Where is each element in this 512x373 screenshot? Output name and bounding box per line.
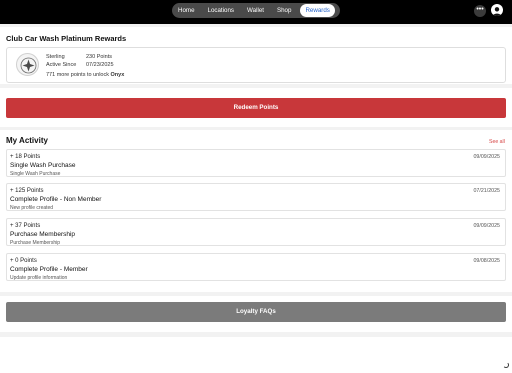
footer-area [0,337,512,373]
nav-tab-home[interactable]: Home [173,4,200,17]
redeem-points-button[interactable]: Redeem Points [6,98,506,118]
nav-tabs: Home Locations Wallet Shop Rewards [172,3,340,18]
nav-tab-shop[interactable]: Shop [272,4,296,17]
next-tier-name: Onyx [110,72,125,78]
rewards-program-title: Club Car Wash Platinum Rewards [6,34,127,43]
rewards-summary-section: Club Car Wash Platinum Rewards Sterling … [0,27,512,84]
activity-description: Purchase Membership [10,240,61,246]
activity-item[interactable]: + 18 Points 09/09/2025 Single Wash Purch… [6,149,506,177]
active-since-label: Active Since [46,62,77,68]
activity-date: 07/21/2025 [473,188,500,194]
activity-points: + 37 Points [10,223,41,229]
activity-date: 09/08/2025 [473,258,500,264]
activity-points: + 18 Points [10,154,41,160]
tier-badge-icon [16,53,39,76]
activity-description: Single Wash Purchase [10,171,61,177]
activity-description: New profile created [10,205,54,211]
activity-date: 09/09/2025 [473,154,500,160]
activity-item[interactable]: + 37 Points 09/09/2025 Purchase Membersh… [6,218,506,246]
unlock-progress-text: 771 more points to unlock Onyx [46,72,125,78]
activity-name: Purchase Membership [10,231,76,238]
activity-name: Complete Profile - Non Member [10,196,102,203]
loyalty-faqs-button[interactable]: Loyalty FAQs [6,302,506,322]
activity-name: Complete Profile - Member [10,266,88,273]
activity-name: Single Wash Purchase [10,162,76,169]
points-balance: 230 Points [86,54,112,60]
top-nav-bar: Home Locations Wallet Shop Rewards ••• [0,0,512,24]
rewards-status-card: Sterling 230 Points Active Since 07/23/2… [6,47,506,83]
faq-section: Loyalty FAQs [0,296,512,332]
nav-tab-wallet[interactable]: Wallet [242,4,269,17]
activity-item[interactable]: + 0 Points 09/08/2025 Complete Profile -… [6,253,506,281]
activity-points: + 125 Points [10,188,44,194]
profile-icon[interactable] [491,4,503,16]
tier-name: Sterling [46,54,65,60]
activity-points: + 0 Points [10,258,37,264]
activity-description: Update profile information [10,275,68,281]
activity-title: My Activity [6,136,48,145]
active-since-date: 07/23/2025 [86,62,114,68]
more-options-icon[interactable]: ••• [474,5,486,17]
nav-tab-rewards[interactable]: Rewards [300,4,335,17]
see-all-link[interactable]: See all [489,139,505,145]
activity-item[interactable]: + 125 Points 07/21/2025 Complete Profile… [6,183,506,211]
nav-tab-locations[interactable]: Locations [203,4,240,17]
activity-date: 09/09/2025 [473,223,500,229]
redeem-section: Redeem Points [0,88,512,127]
loading-spinner-icon [503,362,509,368]
